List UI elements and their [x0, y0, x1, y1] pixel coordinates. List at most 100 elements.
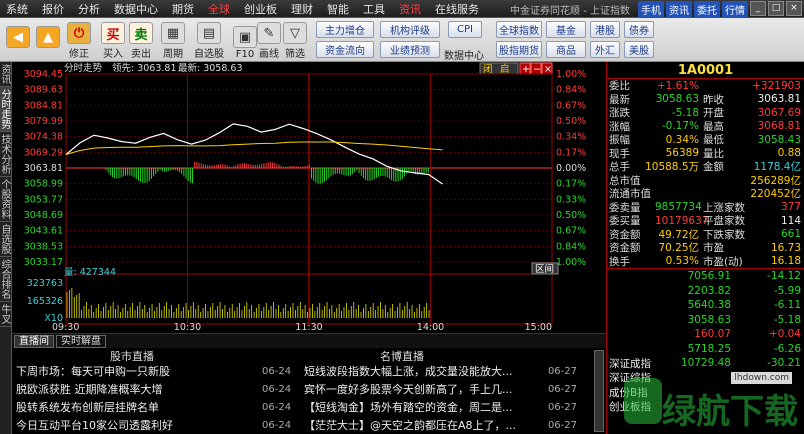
- quick-link-button[interactable]: 全球指数: [496, 21, 542, 38]
- intraday-chart[interactable]: 分时走势 领先: 3063.81 最新: 3058.63 闭启 + − × 3094.45 1.…: [12, 62, 605, 332]
- menu-item[interactable]: 分析: [72, 1, 108, 17]
- quick-link-button[interactable]: 股指期货: [496, 41, 542, 58]
- maximize-icon[interactable]: □: [768, 1, 784, 16]
- news-row[interactable]: 今日互动平台10家公司透露利好 06-24 【茫茫大士】@天空之韵都压在A8上了，.…: [12, 416, 606, 434]
- menu-item[interactable]: 报价: [36, 1, 72, 17]
- news-scrollbar[interactable]: [594, 350, 604, 432]
- index-row[interactable]: 创业板指: [607, 400, 804, 415]
- quote-value: +321903: [752, 79, 801, 92]
- chart-restore-toggle[interactable]: 启: [500, 63, 510, 75]
- blog-headline[interactable]: 【茫茫大士】@天空之韵都压在A8上了，...: [302, 417, 537, 433]
- left-tab-strip: 资讯 分时走势 技术分析 个股资料 自选股 综合排名 牛叉: [0, 62, 12, 434]
- index-row[interactable]: 深证成指 10729.48 -30.21: [607, 356, 804, 371]
- left-tab[interactable]: 技术分析: [0, 132, 12, 177]
- index-row[interactable]: 3058.63 -5.18: [607, 313, 804, 328]
- quick-link-button[interactable]: 主力增仓: [316, 21, 374, 38]
- quick-link-button[interactable]: 港股: [590, 21, 620, 38]
- chart-close-toggle[interactable]: 闭: [483, 63, 493, 75]
- quote-label: 现手: [609, 147, 630, 160]
- toolbar-button[interactable]: ▽ 筛选: [282, 20, 308, 60]
- quick-link-button[interactable]: 债券: [624, 21, 654, 38]
- close-icon[interactable]: ×: [786, 1, 802, 16]
- news-headline[interactable]: 今日互动平台10家公司透露利好: [12, 417, 212, 433]
- blog-headline[interactable]: 【短线淘金】场外有踏空的资金，周二是...: [302, 399, 537, 415]
- quick-link-button[interactable]: 机构评级: [380, 21, 440, 38]
- news-headline[interactable]: 下周市场：每天可申购一只新股: [12, 363, 212, 379]
- menu-item[interactable]: 全球: [202, 1, 238, 17]
- quote-value: 3063.81: [757, 93, 801, 106]
- menu-item[interactable]: 理财: [285, 1, 321, 17]
- menu-item[interactable]: 系统: [0, 1, 36, 17]
- quote-row: 委卖量 9857734 上涨家数 377: [607, 201, 804, 215]
- quote-label: 资金额: [609, 242, 641, 255]
- toolbar-button[interactable]: 卖卖出: [128, 20, 154, 60]
- toolbar-button[interactable]: ◀: [4, 20, 32, 60]
- cpi-button[interactable]: CPI: [448, 21, 482, 38]
- menu-item[interactable]: 工具: [357, 1, 393, 17]
- buy-icon: 买: [101, 22, 125, 44]
- quick-link-button[interactable]: 基金: [546, 21, 586, 38]
- top-right-button[interactable]: 委托: [694, 0, 720, 18]
- quick-link-button[interactable]: 外汇: [590, 41, 620, 58]
- index-row[interactable]: 5640.38 -6.11: [607, 298, 804, 313]
- y-tick-label: 3094.45: [24, 69, 63, 80]
- toolbar-button[interactable]: 买买入: [100, 20, 126, 60]
- left-tab[interactable]: 牛叉: [0, 302, 12, 327]
- toolbar-button-label: 筛选: [285, 49, 305, 60]
- quote-label: 最新: [609, 93, 630, 106]
- toolbar-button[interactable]: ▲: [34, 20, 62, 60]
- menu-item[interactable]: 智能: [321, 1, 357, 17]
- y-tick-label: 3063.81: [24, 163, 63, 174]
- toolbar-button[interactable]: ▣ F10: [232, 20, 258, 60]
- quote-label: 委比: [609, 80, 630, 93]
- toolbar-button[interactable]: ▦ 周期: [160, 20, 186, 60]
- news-row[interactable]: 下周市场：每天可申购一只新股 06-24 短线波段指数大幅上涨，成交量没能放大...…: [12, 362, 606, 380]
- index-row[interactable]: 160.07 +0.04: [607, 327, 804, 342]
- top-right-button[interactable]: 行情: [722, 0, 748, 18]
- left-tab[interactable]: 自选股: [0, 222, 12, 257]
- quote-label: 流通市值: [609, 188, 651, 201]
- index-row[interactable]: 深证综指: [607, 371, 804, 386]
- toolbar-button[interactable]: ⏻ 修正: [66, 20, 92, 60]
- minimize-icon[interactable]: _: [750, 1, 766, 16]
- menu-item[interactable]: 在线服务: [429, 1, 487, 17]
- index-row[interactable]: 7056.91 -14.12: [607, 269, 804, 284]
- quote-value: -0.17%: [661, 120, 699, 133]
- blog-headline[interactable]: 宾怀一度好多股票今天创新高了，手上几...: [302, 381, 537, 397]
- index-row[interactable]: 2203.82 -5.99: [607, 284, 804, 299]
- toolbar-button[interactable]: ✎ 画线: [256, 20, 282, 60]
- menu-item[interactable]: 数据中心: [108, 1, 166, 17]
- left-tab[interactable]: 分时走势: [0, 87, 12, 132]
- blog-date: 06-27: [547, 383, 577, 395]
- menu-item[interactable]: 资讯: [393, 1, 429, 17]
- quick-link-button[interactable]: 美股: [624, 41, 654, 58]
- news-tab[interactable]: 实时解盘: [56, 334, 106, 348]
- news-row[interactable]: 股转系统发布创新层挂牌名单 06-24 【短线淘金】场外有踏空的资金，周二是... 0…: [12, 398, 606, 416]
- top-right-button[interactable]: 资讯: [666, 0, 692, 18]
- blog-headline[interactable]: 短线波段指数大幅上涨，成交量没能放大...: [302, 363, 537, 379]
- news-tab[interactable]: 直播间: [14, 334, 54, 348]
- quote-label: 市盈: [703, 242, 724, 255]
- toolbar-button[interactable]: ▤ 自选股: [194, 20, 224, 60]
- menu-item[interactable]: 创业板: [238, 1, 285, 17]
- quick-link-button[interactable]: 业绩预测: [380, 41, 440, 58]
- quick-link-button[interactable]: 资金流向: [316, 41, 374, 58]
- menu-item[interactable]: 期货: [166, 1, 202, 17]
- news-headline[interactable]: 股转系统发布创新层挂牌名单: [12, 399, 212, 415]
- left-tab[interactable]: 个股资料: [0, 177, 12, 222]
- top-right-button[interactable]: 手机: [638, 0, 664, 18]
- quick-link-button[interactable]: 商品: [546, 41, 586, 58]
- quote-label: 总市值: [609, 174, 641, 187]
- index-row[interactable]: 成份B指: [607, 385, 804, 400]
- left-tab[interactable]: 综合排名: [0, 257, 12, 302]
- toolbar-button-label: 周期: [163, 49, 183, 60]
- index-row[interactable]: 5718.25 -6.26: [607, 342, 804, 357]
- y-tick-label: 3033.17: [24, 257, 63, 268]
- volume-label: 量: 427344: [64, 267, 116, 278]
- news-row[interactable]: 脱欧派获胜 近期降准概率大增 06-24 宾怀一度好多股票今天创新高了，手上几...…: [12, 380, 606, 398]
- data-center-label[interactable]: 数据中心: [444, 47, 484, 62]
- index-value: 5718.25: [687, 342, 731, 355]
- left-tab[interactable]: 资讯: [0, 62, 12, 87]
- quote-label: 下跌家数: [703, 228, 745, 241]
- news-headline[interactable]: 脱欧派获胜 近期降准概率大增: [12, 381, 212, 397]
